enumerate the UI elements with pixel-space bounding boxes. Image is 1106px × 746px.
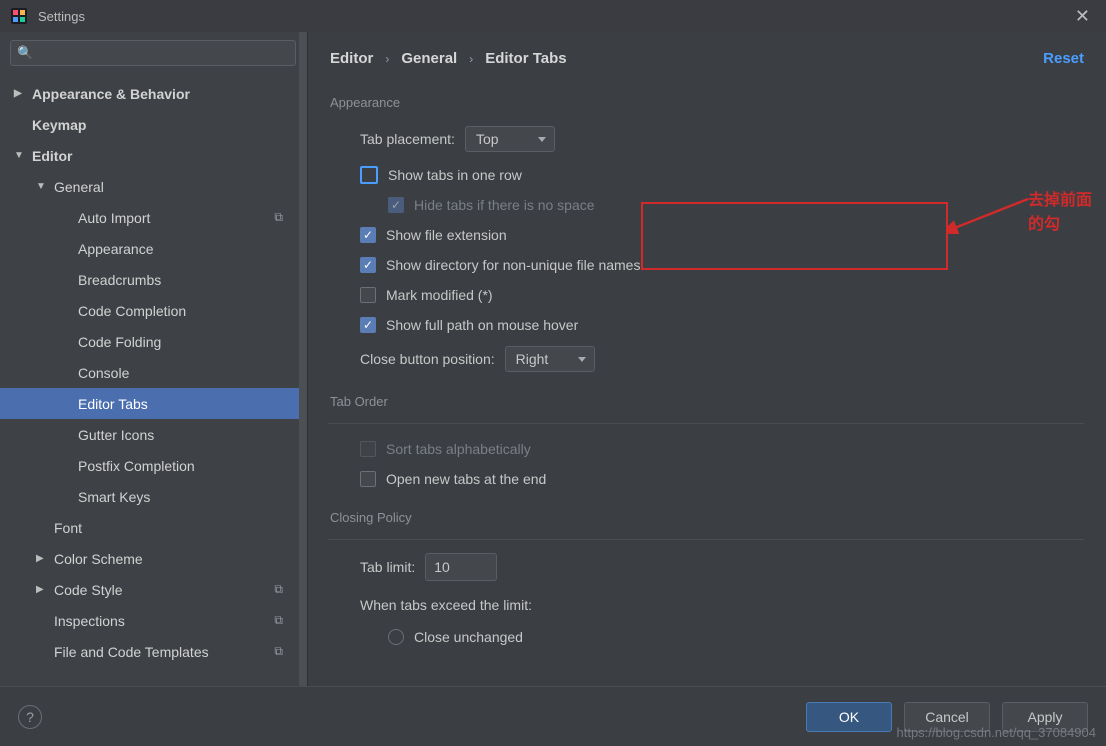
sidebar-item-general[interactable]: ▼ General: [0, 171, 307, 202]
sidebar-item-label: Gutter Icons: [78, 427, 154, 443]
checkbox-label: Show full path on mouse hover: [386, 317, 578, 333]
sidebar-item-code-style[interactable]: ▶ Code Style ⧉: [0, 574, 307, 605]
search-icon: 🔍: [17, 45, 33, 61]
app-icon: [10, 7, 28, 25]
checkbox-label: Sort tabs alphabetically: [386, 441, 531, 457]
copy-icon: ⧉: [274, 582, 283, 597]
chevron-down-icon: ▼: [14, 150, 26, 161]
chevron-down-icon: ▼: [36, 181, 48, 192]
copy-icon: ⧉: [274, 644, 283, 659]
checkbox-label: Hide tabs if there is no space: [414, 197, 595, 213]
sidebar-item-editor-tabs[interactable]: Editor Tabs: [0, 388, 307, 419]
help-button[interactable]: ?: [18, 705, 42, 729]
dialog-footer: ? OK Cancel Apply https://blog.csdn.net/…: [0, 686, 1106, 746]
copy-icon: ⧉: [274, 210, 283, 225]
sidebar-item-code-folding[interactable]: Code Folding: [0, 326, 307, 357]
radio-label: Close unchanged: [414, 629, 523, 645]
sidebar-item-label: Appearance: [78, 241, 154, 257]
sidebar-item-label: File and Code Templates: [54, 644, 209, 660]
sidebar-item-console[interactable]: Console: [0, 357, 307, 388]
sidebar: 🔍 ▶ Appearance & Behavior Keymap ▼ Editor …: [0, 32, 308, 686]
sidebar-item-label: Font: [54, 520, 82, 536]
checkbox-label: Mark modified (*): [386, 287, 493, 303]
tab-placement-select[interactable]: Top: [465, 126, 555, 152]
sidebar-item-label: Breadcrumbs: [78, 272, 161, 288]
checkbox-show-full-path[interactable]: ✓: [360, 317, 376, 333]
close-icon[interactable]: ✕: [1069, 6, 1096, 27]
tab-placement-label: Tab placement:: [360, 131, 455, 147]
sidebar-item-file-code-templates[interactable]: File and Code Templates ⧉: [0, 636, 307, 667]
sidebar-item-breadcrumbs[interactable]: Breadcrumbs: [0, 264, 307, 295]
sidebar-item-label: Editor: [32, 148, 72, 164]
sidebar-item-postfix-completion[interactable]: Postfix Completion: [0, 450, 307, 481]
breadcrumb-editor-tabs: Editor Tabs: [485, 50, 566, 67]
close-button-position-select[interactable]: Right: [505, 346, 595, 372]
content-pane: Editor › General › Editor Tabs Reset App…: [308, 32, 1106, 686]
checkbox-mark-modified[interactable]: [360, 287, 376, 303]
sidebar-item-label: Code Style: [54, 582, 122, 598]
chevron-right-icon: ▶: [36, 584, 48, 595]
sidebar-item-keymap[interactable]: Keymap: [0, 109, 307, 140]
sidebar-item-label: Code Completion: [78, 303, 186, 319]
checkbox-open-new-tabs-end[interactable]: [360, 471, 376, 487]
chevron-right-icon: ▶: [14, 88, 26, 99]
checkbox-show-directory[interactable]: ✓: [360, 257, 376, 273]
sidebar-item-smart-keys[interactable]: Smart Keys: [0, 481, 307, 512]
sidebar-item-label: Auto Import: [78, 210, 150, 226]
sidebar-item-auto-import[interactable]: Auto Import ⧉: [0, 202, 307, 233]
main-area: 🔍 ▶ Appearance & Behavior Keymap ▼ Editor …: [0, 32, 1106, 686]
sidebar-item-label: Keymap: [32, 117, 86, 133]
sidebar-item-label: General: [54, 179, 104, 195]
titlebar: Settings ✕: [0, 0, 1106, 32]
section-tab-order: Tab Order: [330, 394, 1084, 409]
sidebar-item-label: Console: [78, 365, 129, 381]
sidebar-item-label: Editor Tabs: [78, 396, 148, 412]
checkbox-label: Show tabs in one row: [388, 167, 522, 183]
select-value: Right: [516, 351, 549, 367]
chevron-right-icon: ›: [469, 52, 473, 66]
annotation-text: 去掉前面的勾: [1028, 186, 1106, 234]
sidebar-item-inspections[interactable]: Inspections ⧉: [0, 605, 307, 636]
sidebar-item-label: Color Scheme: [54, 551, 143, 567]
sidebar-item-label: Code Folding: [78, 334, 161, 350]
radio-close-unchanged[interactable]: [388, 629, 404, 645]
when-exceed-label: When tabs exceed the limit:: [360, 597, 532, 613]
tab-limit-input[interactable]: [425, 553, 497, 581]
checkbox-show-file-extension[interactable]: ✓: [360, 227, 376, 243]
reset-link[interactable]: Reset: [1043, 50, 1084, 67]
sidebar-item-label: Appearance & Behavior: [32, 86, 190, 102]
sidebar-item-appearance-behavior[interactable]: ▶ Appearance & Behavior: [0, 78, 307, 109]
sidebar-item-gutter-icons[interactable]: Gutter Icons: [0, 419, 307, 450]
sidebar-item-color-scheme[interactable]: ▶ Color Scheme: [0, 543, 307, 574]
sidebar-item-code-completion[interactable]: Code Completion: [0, 295, 307, 326]
section-closing-policy: Closing Policy: [330, 510, 1084, 525]
sidebar-item-font[interactable]: Font: [0, 512, 307, 543]
watermark-text: https://blog.csdn.net/qq_37084904: [897, 725, 1097, 740]
chevron-right-icon: ▶: [36, 553, 48, 564]
checkbox-label: Show directory for non-unique file names: [386, 257, 640, 273]
checkbox-label: Show file extension: [386, 227, 507, 243]
sidebar-item-label: Inspections: [54, 613, 125, 629]
search-input[interactable]: 🔍: [10, 40, 296, 66]
select-value: Top: [476, 131, 499, 147]
copy-icon: ⧉: [274, 613, 283, 628]
checkbox-sort-tabs: [360, 441, 376, 457]
sidebar-item-editor[interactable]: ▼ Editor: [0, 140, 307, 171]
tab-limit-label: Tab limit:: [360, 559, 415, 575]
sidebar-item-label: Postfix Completion: [78, 458, 195, 474]
breadcrumb-editor[interactable]: Editor: [330, 50, 373, 67]
close-button-position-label: Close button position:: [360, 351, 495, 367]
window-title: Settings: [38, 9, 85, 24]
breadcrumb-general[interactable]: General: [401, 50, 457, 67]
sidebar-item-label: Smart Keys: [78, 489, 150, 505]
ok-button[interactable]: OK: [806, 702, 892, 732]
checkbox-hide-tabs-no-space: ✓: [388, 197, 404, 213]
breadcrumb: Editor › General › Editor Tabs: [330, 50, 1084, 67]
section-appearance: Appearance: [330, 95, 1084, 110]
checkbox-show-tabs-one-row[interactable]: [360, 166, 378, 184]
settings-tree: ▶ Appearance & Behavior Keymap ▼ Editor ▼ G…: [0, 74, 307, 677]
chevron-right-icon: ›: [385, 52, 389, 66]
checkbox-label: Open new tabs at the end: [386, 471, 546, 487]
sidebar-item-appearance-sub[interactable]: Appearance: [0, 233, 307, 264]
